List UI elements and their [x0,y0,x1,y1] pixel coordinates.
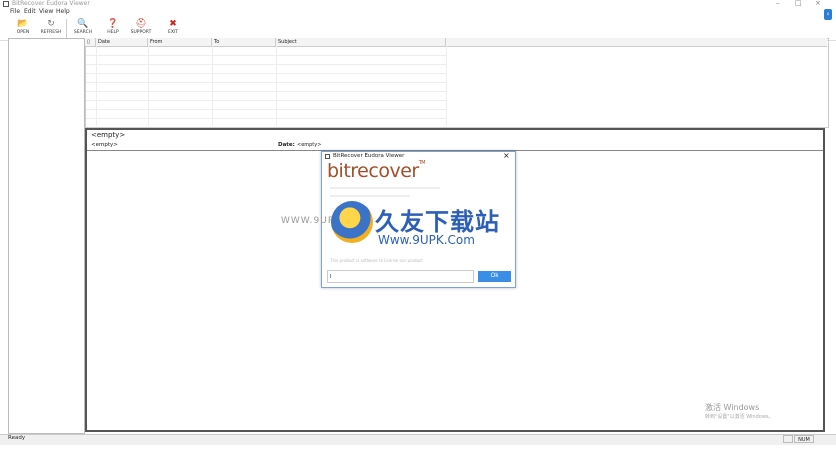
dialog-app-icon [325,154,330,159]
mail-list[interactable] [85,38,829,128]
table-column-line [276,46,277,126]
folder-tree-pane[interactable] [8,38,85,434]
dialog-close-button[interactable]: × [503,151,510,160]
table-row-line [86,55,446,56]
dialog-info-text: This product is software to license our … [330,258,423,263]
watermark-url: Www.9UPK.Com [378,233,475,247]
support-icon: ⛑ [135,19,147,29]
toolbar-button-label: SEARCH [73,30,93,35]
status-indicator [783,435,793,443]
help-button[interactable]: ❓ HELP [98,19,128,39]
maximize-button[interactable]: □ [795,0,802,7]
title-bar [0,0,836,9]
dialog-text-line [330,187,440,189]
num-lock-indicator: NUM [794,435,814,443]
license-input[interactable]: I [327,270,474,283]
attachment-icon: ▯ [87,39,90,45]
close-button[interactable]: × [815,0,821,7]
activate-windows-hint: 转到"设置"以激活 Windows。 [705,414,774,420]
table-row-line [86,91,446,92]
app-icon [3,1,9,7]
support-button[interactable]: ⛑ SUPPORT [126,19,156,39]
help-icon: ❓ [107,19,119,29]
activate-windows-title: 激活 Windows [705,403,760,412]
toolbar-button-label: SUPPORT [130,30,152,35]
menu-edit[interactable]: Edit [24,8,36,15]
refresh-icon: ↻ [47,19,55,29]
menu-file[interactable]: File [10,8,20,15]
table-row-line [86,109,446,110]
table-row-line [86,82,446,83]
attachment-column-header[interactable]: ▯ [85,38,96,46]
exit-button[interactable]: ✖ EXIT [158,19,188,39]
toolbar-button-label: OPEN [16,30,30,35]
search-icon: 🔍 [77,19,89,29]
preview-subject: <empty> [91,131,126,139]
column-date[interactable]: Date [96,38,148,46]
toolbar-button-label: REFRESH [40,30,62,35]
status-bar [0,434,836,445]
column-subject[interactable]: Subject [276,38,446,46]
menu-view[interactable]: View [39,8,53,15]
brand-name: bitrecover [327,160,419,182]
column-to[interactable]: To [212,38,276,46]
toolbar-button-label: HELP [107,30,119,35]
preview-date-label: Date: [278,142,295,148]
table-row-line [86,73,446,74]
table-row-line [86,100,446,101]
toolbar-separator [66,19,67,38]
window-title: BitRecover Eudora Viewer [12,0,90,7]
ok-button[interactable]: Ok [478,271,511,282]
table-column-line [446,46,447,126]
open-button[interactable]: 📂 OPEN [8,19,38,39]
refresh-button[interactable]: ↻ REFRESH [36,19,66,39]
preview-date-value: <empty> [297,142,322,148]
toolbar-button-label: EXIT [167,30,178,35]
menu-help[interactable]: Help [56,8,70,15]
watermark-title: 久友下载站 [375,208,500,236]
table-row-line [86,118,446,119]
dialog-title: BitRecover Eudora Viewer [333,153,405,159]
minimize-button[interactable]: – [776,0,780,7]
table-column-line [212,46,213,126]
watermark-logo-icon [331,201,373,243]
status-text: Ready [8,435,26,441]
folder-icon: 📂 [17,19,29,29]
exit-icon: ✖ [169,19,177,29]
dialog-text-line [330,195,410,197]
brand-logo: bitrecoverTM [327,160,426,182]
table-column-line [148,46,149,126]
table-row-line [86,64,446,65]
brand-tm: TM [418,160,426,166]
search-button[interactable]: 🔍 SEARCH [68,19,98,39]
table-column-line [96,46,97,126]
preview-from: <empty> [91,142,118,148]
column-from[interactable]: From [148,38,212,46]
